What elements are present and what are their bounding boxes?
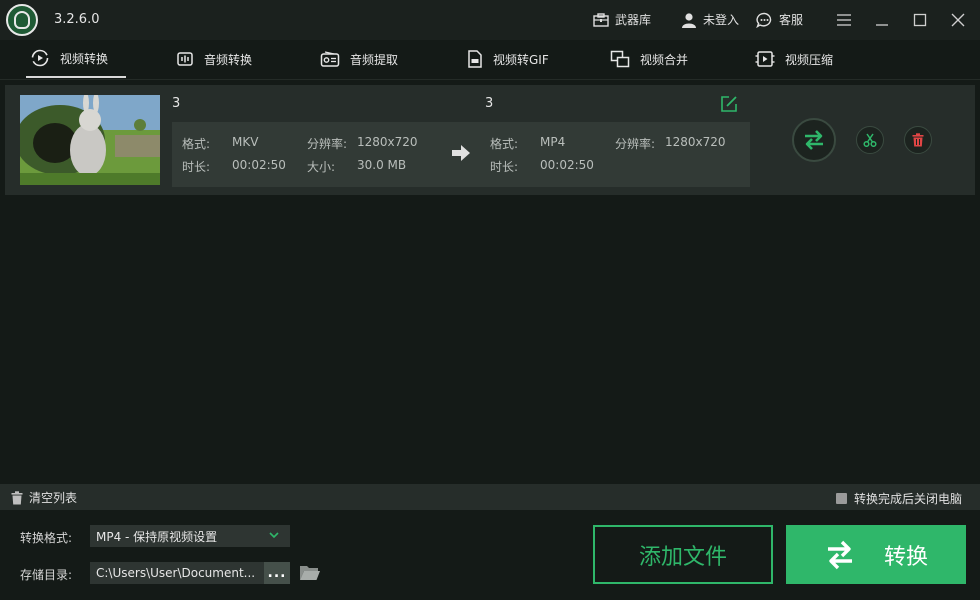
directory-label: 存储目录:: [20, 566, 72, 583]
trash-icon: [11, 491, 23, 505]
close-button[interactable]: [948, 10, 968, 30]
merge-icon: [610, 50, 630, 68]
target-format-value: MP4: [540, 135, 565, 149]
list-actions-bar: 清空列表 转换完成后关闭电脑: [0, 484, 980, 510]
target-format-label: 格式:: [490, 135, 518, 152]
chevron-down-icon: [268, 529, 280, 541]
source-duration-value: 00:02:50: [232, 158, 286, 172]
convert-all-button[interactable]: 转换: [786, 525, 966, 584]
cut-button[interactable]: [856, 126, 884, 154]
app-version: 3.2.6.0: [54, 12, 99, 27]
format-value: MP4 - 保持原视频设置: [96, 528, 217, 545]
tab-label: 视频压缩: [785, 51, 833, 68]
tab-video-to-gif[interactable]: 视频转GIF: [467, 40, 549, 78]
format-label: 转换格式:: [20, 529, 72, 546]
source-resolution-label: 分辨率:: [307, 135, 347, 152]
convert-arrows-icon: [802, 129, 826, 151]
convert-arrows-icon: [824, 540, 856, 570]
convert-all-label: 转换: [884, 539, 928, 571]
audio-convert-icon: [176, 50, 194, 68]
shutdown-option[interactable]: 转换完成后关闭电脑: [836, 490, 962, 507]
app-logo-icon: [6, 4, 38, 36]
close-icon: [951, 13, 965, 27]
delete-button[interactable]: [904, 126, 932, 154]
customer-service-label: 客服: [779, 11, 803, 28]
tab-bar: 视频转换 音频转换 音频提取 视频转GIF 视频合并 视频压缩: [0, 40, 980, 80]
chat-bubble-icon: [756, 12, 773, 28]
target-file-name[interactable]: 3: [485, 96, 493, 111]
trash-icon: [912, 133, 924, 147]
tab-label: 视频合并: [640, 51, 688, 68]
arsenal-label: 武器库: [615, 11, 651, 28]
add-file-button[interactable]: 添加文件: [593, 525, 773, 584]
source-size-value: 30.0 MB: [357, 158, 406, 172]
output-settings-panel: 转换格式: MP4 - 保持原视频设置 存储目录: C:\Users\User\…: [0, 510, 980, 600]
compress-icon: [755, 50, 775, 68]
source-size-label: 大小:: [307, 158, 335, 175]
target-duration-label: 时长:: [490, 158, 518, 175]
folder-icon: [299, 564, 321, 582]
shutdown-label: 转换完成后关闭电脑: [854, 490, 962, 507]
file-list-item[interactable]: 3 3 格式: MKV 分辨率: 1280x720 时长: 00:02:50 大…: [5, 85, 975, 195]
target-resolution-value: 1280x720: [665, 135, 726, 149]
clear-list-label: 清空列表: [29, 489, 77, 506]
target-duration-value: 00:02:50: [540, 158, 594, 172]
browse-directory-button[interactable]: ...: [264, 562, 290, 584]
edit-output-button[interactable]: [720, 95, 738, 116]
tab-video-merge[interactable]: 视频合并: [610, 40, 688, 78]
tab-audio-extract[interactable]: 音频提取: [320, 40, 398, 78]
convert-single-button[interactable]: [792, 118, 836, 162]
tab-video-compress[interactable]: 视频压缩: [755, 40, 833, 78]
menu-button[interactable]: [834, 10, 854, 30]
tab-label: 视频转GIF: [493, 51, 549, 68]
gif-icon: [467, 50, 483, 68]
tab-label: 音频提取: [350, 51, 398, 68]
tab-label: 音频转换: [204, 51, 252, 68]
edit-icon: [720, 95, 738, 113]
tab-video-convert[interactable]: 视频转换: [26, 40, 126, 78]
maximize-button[interactable]: [910, 10, 930, 30]
minimize-button[interactable]: [872, 10, 892, 30]
login-label: 未登入: [703, 11, 739, 28]
source-file-name: 3: [172, 96, 180, 111]
scissors-icon: [863, 133, 877, 147]
tab-audio-convert[interactable]: 音频转换: [176, 40, 252, 78]
title-bar: 3.2.6.0 武器库 未登入 客服: [0, 0, 980, 40]
audio-extract-icon: [320, 50, 340, 68]
source-format-value: MKV: [232, 135, 258, 149]
video-convert-icon: [30, 48, 50, 68]
target-resolution-label: 分辨率:: [615, 135, 655, 152]
source-duration-label: 时长:: [182, 158, 210, 175]
video-thumbnail: [20, 95, 160, 185]
login-button[interactable]: 未登入: [681, 11, 739, 28]
arrow-right-icon: [451, 144, 471, 165]
source-format-label: 格式:: [182, 135, 210, 152]
tab-label: 视频转换: [60, 50, 108, 67]
maximize-icon: [913, 13, 927, 27]
shutdown-checkbox[interactable]: [836, 493, 847, 504]
clear-list-button[interactable]: 清空列表: [11, 489, 77, 506]
minimize-icon: [875, 13, 889, 27]
directory-value: C:\Users\User\Document...: [96, 566, 255, 580]
directory-input[interactable]: C:\Users\User\Document...: [90, 562, 264, 584]
menu-icon: [836, 14, 852, 26]
toolbox-icon: [593, 13, 609, 27]
format-dropdown[interactable]: MP4 - 保持原视频设置: [90, 525, 290, 547]
customer-service-button[interactable]: 客服: [756, 11, 803, 28]
source-resolution-value: 1280x720: [357, 135, 418, 149]
user-icon: [681, 12, 697, 28]
arsenal-button[interactable]: 武器库: [593, 11, 651, 28]
open-folder-button[interactable]: [299, 564, 321, 585]
